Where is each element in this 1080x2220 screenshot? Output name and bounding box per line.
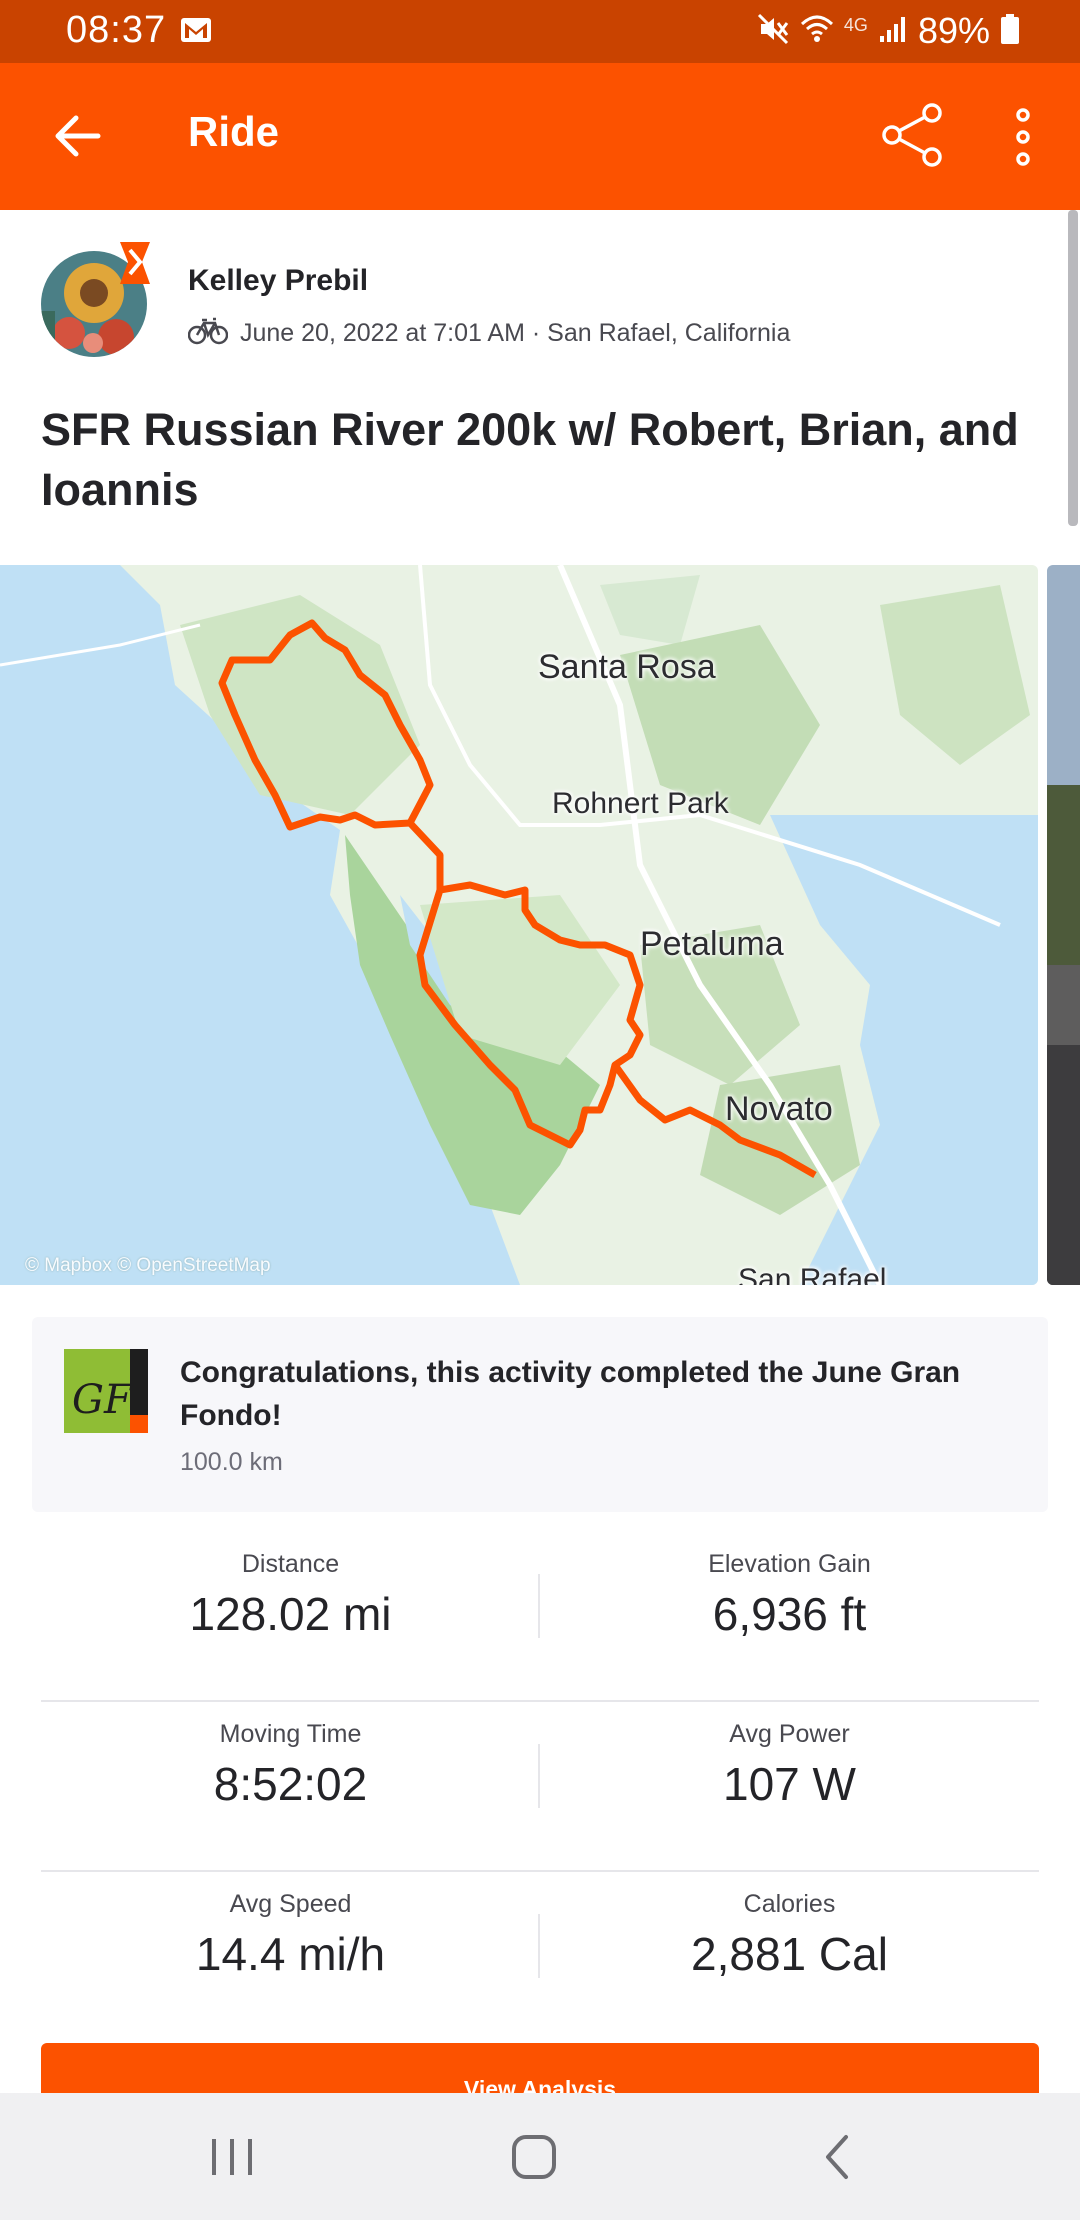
back-arrow-icon[interactable] xyxy=(50,108,106,164)
status-bar: 08:37 4G 89% xyxy=(0,0,1080,63)
map-label-santa-rosa: Santa Rosa xyxy=(538,648,716,686)
map-attribution[interactable]: © Mapbox © OpenStreetMap xyxy=(25,1255,271,1277)
map-label-rohnert-park: Rohnert Park xyxy=(552,787,729,820)
system-nav-bar xyxy=(0,2093,1080,2220)
recents-icon[interactable] xyxy=(200,2125,264,2189)
stat-value: 14.4 mi/h xyxy=(195,1928,386,1980)
route-map[interactable]: Santa Rosa Rohnert Park Petaluma Novato … xyxy=(0,565,1038,1285)
stat-label: Calories xyxy=(743,1890,836,1918)
page-title: Ride xyxy=(188,108,280,155)
date-location: June 20, 2022 at 7:01 AM · San Rafael, C… xyxy=(240,319,791,347)
battery-level: 89% xyxy=(917,10,990,51)
wifi-icon xyxy=(800,12,834,51)
stat-avg-power: Avg Power 107 W xyxy=(540,1702,1039,1811)
stat-elevation-gain: Elevation Gain 6,936 ft xyxy=(540,1532,1039,1641)
challenge-card[interactable]: GF Congratulations, this activity comple… xyxy=(32,1317,1048,1512)
subscriber-badge-icon xyxy=(116,242,154,284)
athlete-name[interactable]: Kelley Prebil xyxy=(188,264,368,298)
status-time: 08:37 xyxy=(66,9,167,51)
mute-icon xyxy=(756,12,790,51)
more-vert-icon[interactable] xyxy=(1005,105,1041,169)
stat-avg-speed: Avg Speed 14.4 mi/h xyxy=(41,1872,540,1981)
stats-grid: Distance 128.02 mi Elevation Gain 6,936 … xyxy=(41,1532,1039,2042)
stat-calories: Calories 2,881 Cal xyxy=(540,1872,1039,1981)
bicycle-icon xyxy=(187,315,229,352)
map-label-novato: Novato xyxy=(725,1090,833,1128)
stat-label: Elevation Gain xyxy=(708,1550,871,1578)
map-label-petaluma: Petaluma xyxy=(640,925,784,963)
svg-text:GF: GF xyxy=(72,1377,133,1423)
stat-label: Distance xyxy=(241,1550,340,1578)
stat-value: 2,881 Cal xyxy=(691,1928,888,1980)
stats-row: Distance 128.02 mi Elevation Gain 6,936 … xyxy=(41,1532,1039,1702)
back-icon[interactable] xyxy=(806,2125,870,2189)
stat-value: 6,936 ft xyxy=(712,1588,867,1640)
activity-meta: June 20, 2022 at 7:01 AM · San Rafael, C… xyxy=(187,315,791,352)
stat-distance: Distance 128.02 mi xyxy=(41,1532,540,1641)
gmail-icon xyxy=(180,17,212,48)
stat-label: Avg Power xyxy=(729,1720,850,1748)
gran-fondo-badge-icon: GF xyxy=(64,1349,148,1433)
stat-value: 107 W xyxy=(723,1758,856,1810)
battery-icon xyxy=(1000,13,1020,50)
network-type: 4G xyxy=(843,14,868,35)
map-label-san-rafael: San Rafael xyxy=(738,1263,887,1285)
home-icon[interactable] xyxy=(502,2125,566,2189)
app-bar: Ride xyxy=(0,63,1080,210)
stat-value: 8:52:02 xyxy=(213,1758,368,1810)
stat-value: 128.02 mi xyxy=(189,1588,392,1640)
stat-moving-time: Moving Time 8:52:02 xyxy=(41,1702,540,1811)
challenge-distance: 100.0 km xyxy=(180,1448,283,1476)
scrollbar[interactable] xyxy=(1068,210,1078,526)
share-icon[interactable] xyxy=(880,103,944,167)
activity-title: SFR Russian River 200k w/ Robert, Brian,… xyxy=(41,404,1019,515)
signal-icon xyxy=(878,14,908,49)
stat-label: Avg Speed xyxy=(229,1890,352,1918)
stat-label: Moving Time xyxy=(219,1720,362,1748)
stats-row: Avg Speed 14.4 mi/h Calories 2,881 Cal xyxy=(41,1872,1039,2042)
stats-row: Moving Time 8:52:02 Avg Power 107 W xyxy=(41,1702,1039,1872)
challenge-title: Congratulations, this activity completed… xyxy=(180,1356,961,1432)
activity-photo-thumbnail[interactable] xyxy=(1047,565,1080,1285)
